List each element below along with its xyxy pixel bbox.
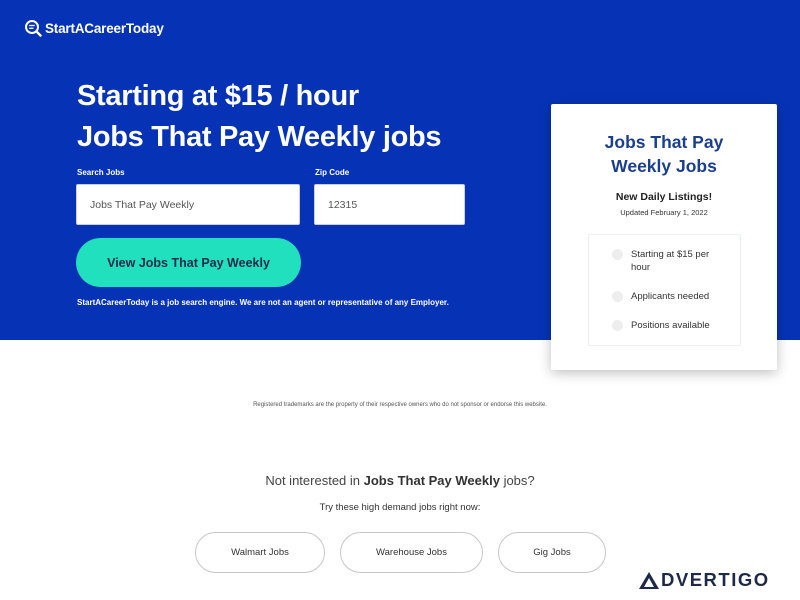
disclaimer-text: StartACareerToday is a job search engine… <box>77 298 449 307</box>
card-title-line-2: Weekly Jobs <box>611 156 717 176</box>
listing-card: Jobs That Pay Weekly Jobs New Daily List… <box>551 104 777 370</box>
not-interested-heading: Not interested in Jobs That Pay Weekly j… <box>265 473 535 488</box>
bullet-dot-icon <box>612 249 623 260</box>
headline-line-1: Starting at $15 / hour <box>77 80 359 112</box>
site-logo[interactable]: StartACareerToday <box>24 19 164 37</box>
search-chat-icon <box>25 20 42 37</box>
search-jobs-input[interactable] <box>76 184 300 225</box>
card-title: Jobs That Pay Weekly Jobs <box>551 130 777 178</box>
trademark-notice: Registered trademarks are the property o… <box>253 402 547 408</box>
card-title-line-1: Jobs That Pay <box>604 132 724 152</box>
logo-text: StartACareerToday <box>45 20 164 36</box>
stat-text: Applicants needed <box>631 291 710 302</box>
gig-jobs-button[interactable]: Gig Jobs <box>498 532 606 573</box>
advertigo-watermark: DVERTIGO <box>638 569 770 591</box>
card-updated-date: Updated February 1, 2022 <box>620 208 708 217</box>
zip-code-label: Zip Code <box>315 168 350 177</box>
watermark-text: DVERTIGO <box>661 569 770 590</box>
headline-line-2: Jobs That Pay Weekly jobs <box>77 121 442 153</box>
stat-text: Starting at $15 per hour <box>631 249 710 273</box>
card-subtitle: New Daily Listings! <box>615 191 713 203</box>
stat-text: Positions available <box>631 320 710 331</box>
walmart-jobs-button[interactable]: Walmart Jobs <box>195 532 325 573</box>
bullet-dot-icon <box>612 291 623 302</box>
bullet-dot-icon <box>612 320 623 331</box>
job-title-highlight: Jobs That Pay Weekly <box>363 473 500 488</box>
view-jobs-button[interactable]: View Jobs That Pay Weekly <box>76 238 301 287</box>
page-title: Starting at $15 / hour Jobs That Pay Wee… <box>77 76 547 158</box>
card-stats-list: Starting at $15 per hour Applicants need… <box>588 234 741 346</box>
warehouse-jobs-button[interactable]: Warehouse Jobs <box>340 532 483 573</box>
zip-code-input[interactable] <box>314 184 465 225</box>
try-these-subtitle: Try these high demand jobs right now: <box>319 502 481 513</box>
search-jobs-label: Search Jobs <box>77 168 125 177</box>
advertigo-a-icon <box>639 571 659 589</box>
